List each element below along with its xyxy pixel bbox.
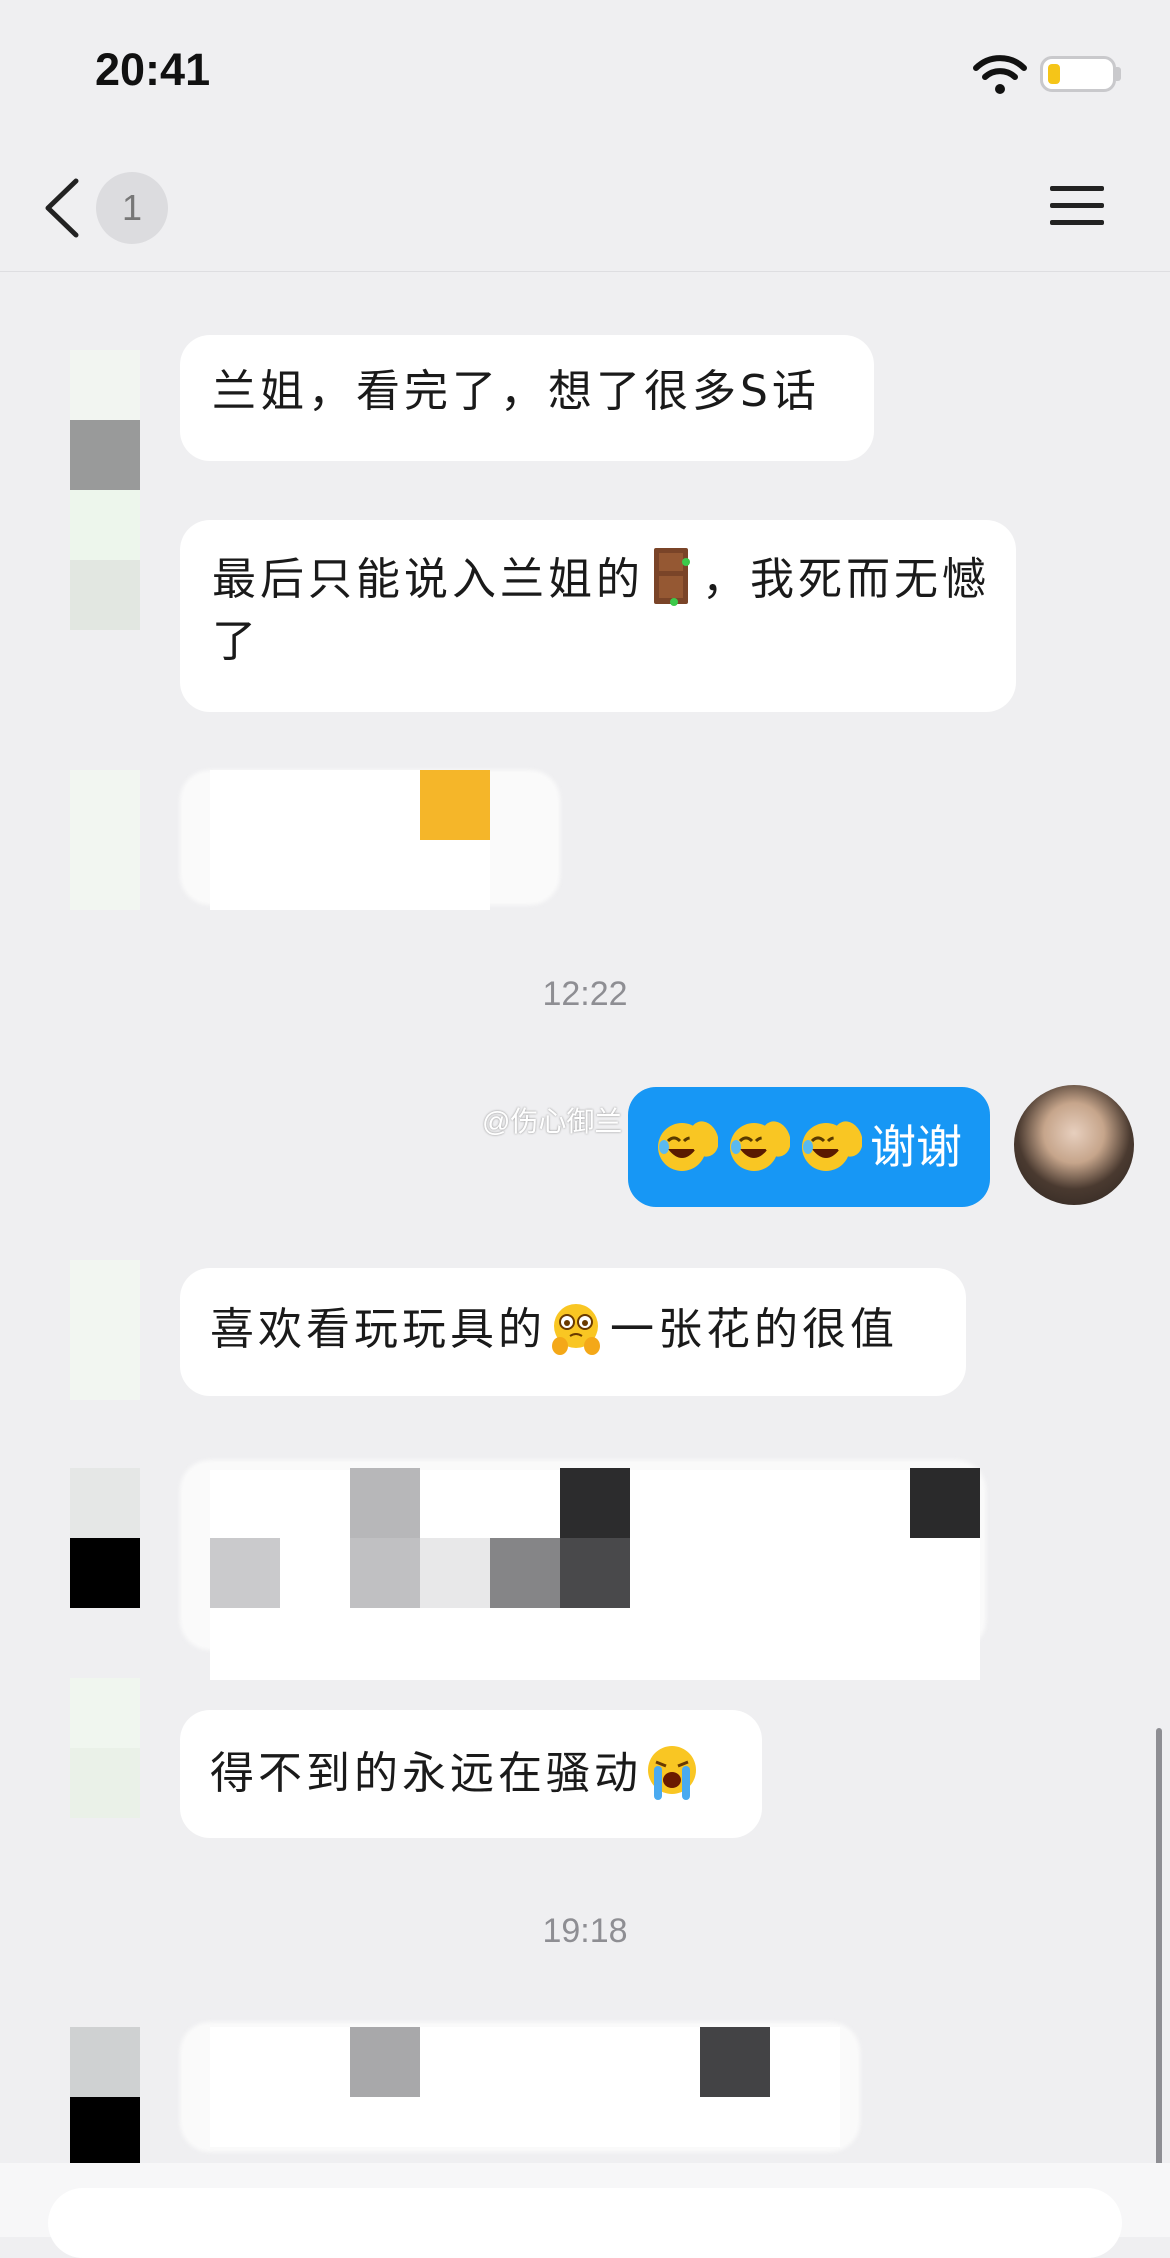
pleading-emoji: [552, 1304, 600, 1355]
laughing-crying-emoji: [730, 1121, 790, 1171]
message-text: 喜欢看玩玩具的: [210, 1304, 546, 1355]
unread-count-badge[interactable]: 1: [96, 172, 168, 244]
sent-message-bubble[interactable]: 谢谢: [628, 1087, 990, 1207]
scrollbar[interactable]: [1156, 1728, 1162, 2168]
watermark: @伤心御兰: [482, 1106, 623, 1137]
status-time: 20:41: [95, 44, 211, 95]
message-text: 一张花的很值: [610, 1304, 898, 1355]
message-bubble[interactable]: 喜欢看玩玩具的 一张花的很值: [180, 1268, 966, 1396]
back-chevron-icon[interactable]: [40, 175, 84, 241]
menu-icon[interactable]: [1050, 184, 1104, 228]
message-timestamp: 19:18: [542, 1912, 628, 1950]
message-bubble[interactable]: 最后只能说入兰姐的 ，我死而无憾了: [180, 520, 1016, 712]
wifi-icon: [973, 55, 1027, 94]
my-avatar[interactable]: [1014, 1085, 1134, 1205]
door-emoji: [654, 548, 690, 606]
message-bubble[interactable]: 得不到的永远在骚动: [180, 1710, 762, 1838]
message-timestamp: 12:22: [542, 975, 628, 1013]
message-input[interactable]: [48, 2188, 1122, 2258]
loudly-crying-emoji: [648, 1746, 696, 1800]
laughing-crying-emoji: [802, 1121, 862, 1171]
laughing-crying-emoji: [658, 1121, 718, 1171]
message-text: 最后只能说入兰姐的: [212, 554, 644, 605]
message-text: 得不到的永远在骚动: [210, 1748, 642, 1799]
battery-tip: [1116, 67, 1121, 81]
message-bubble[interactable]: 兰姐，看完了，想了很多S话: [180, 335, 874, 461]
sent-message-text: 谢谢: [870, 1120, 962, 1174]
battery-icon: [1040, 56, 1116, 92]
chat-header: [0, 150, 1170, 272]
message-text: 兰姐，看完了，想了很多S话: [212, 366, 820, 417]
